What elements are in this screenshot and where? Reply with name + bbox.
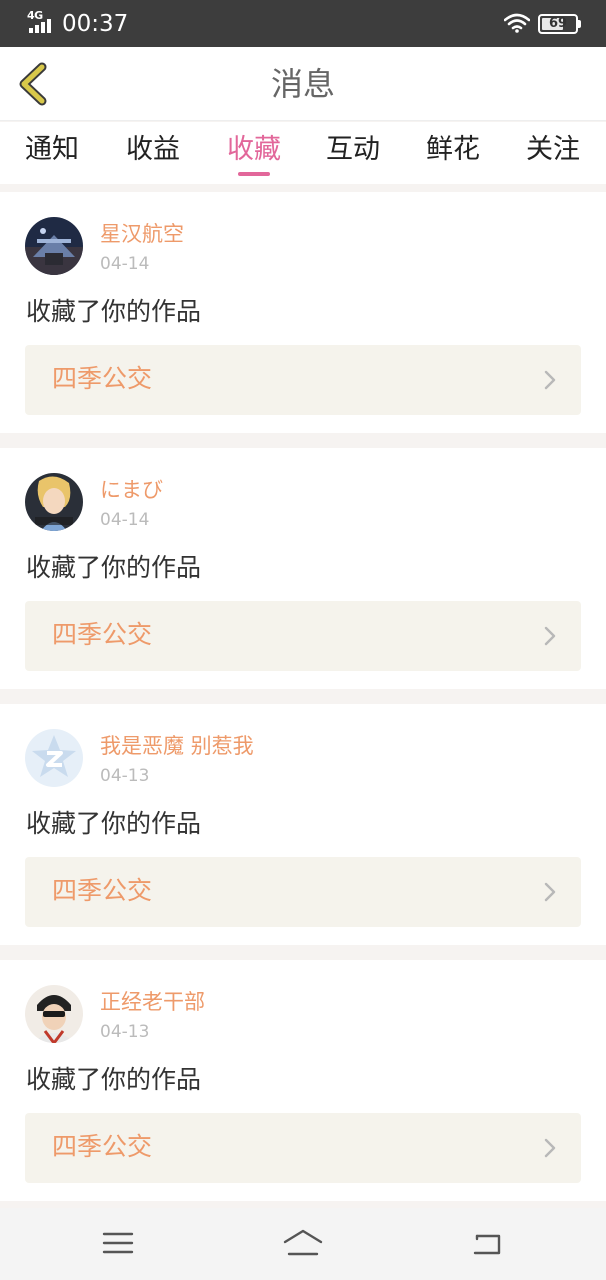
chevron-right-icon [544,882,556,902]
back-icon[interactable] [467,1226,507,1260]
app-header: 消息 [0,47,606,121]
list-item: 星汉航空 04-14 收藏了你的作品 四季公交 [0,192,606,433]
tab-notifications[interactable]: 通知 [2,130,102,170]
avatar[interactable] [25,473,83,531]
home-icon[interactable] [283,1226,323,1260]
work-link[interactable]: 四季公交 [25,1113,581,1183]
battery-tip [578,20,581,28]
network-type: 4G [27,9,43,22]
username[interactable]: 星汉航空 [100,219,184,249]
work-title: 四季公交 [52,1132,153,1161]
chevron-right-icon [544,1138,556,1158]
message-text: 收藏了你的作品 [26,1065,202,1094]
system-nav-bar [0,1208,606,1280]
chevron-right-icon [544,626,556,646]
username[interactable]: 正经老干部 [100,987,205,1017]
message-text: 收藏了你的作品 [26,297,202,326]
tab-follows[interactable]: 关注 [503,130,603,170]
list-item: にまび 04-14 收藏了你的作品 四季公交 [0,448,606,689]
tab-bar: 通知 收益 收藏 互动 鲜花 关注 [0,122,606,184]
message-text: 收藏了你的作品 [26,809,202,838]
wifi-icon [504,13,530,33]
message-date: 04-13 [100,1022,150,1042]
message-text: 收藏了你的作品 [26,553,202,582]
avatar[interactable] [25,985,83,1043]
message-date: 04-14 [100,254,150,274]
work-link[interactable]: 四季公交 [25,601,581,671]
username[interactable]: にまび [100,475,163,505]
clock: 00:37 [62,11,129,37]
work-title: 四季公交 [52,364,153,393]
work-title: 四季公交 [52,876,153,905]
work-link[interactable]: 四季公交 [25,345,581,415]
username[interactable]: 我是恶魔 别惹我 [100,731,254,761]
chevron-right-icon [544,370,556,390]
tab-interactions[interactable]: 互动 [303,130,403,170]
tab-favorites[interactable]: 收藏 [204,130,304,170]
menu-icon[interactable] [98,1226,138,1260]
tab-earnings[interactable]: 收益 [103,130,203,170]
avatar[interactable] [25,729,83,787]
message-date: 04-13 [100,766,150,786]
message-date: 04-14 [100,510,150,530]
tab-flowers[interactable]: 鲜花 [403,130,503,170]
page-title: 消息 [270,65,335,103]
work-link[interactable]: 四季公交 [25,857,581,927]
work-title: 四季公交 [52,620,153,649]
list-item: 我是恶魔 别惹我 04-13 收藏了你的作品 四季公交 [0,704,606,945]
battery-icon: 69 [538,14,578,34]
list-item: 正经老干部 04-13 收藏了你的作品 四季公交 [0,960,606,1201]
avatar[interactable] [25,217,83,275]
battery-percent: 69 [548,16,568,31]
active-tab-indicator [238,172,270,176]
status-bar: 4G 00:37 69 [0,0,606,47]
